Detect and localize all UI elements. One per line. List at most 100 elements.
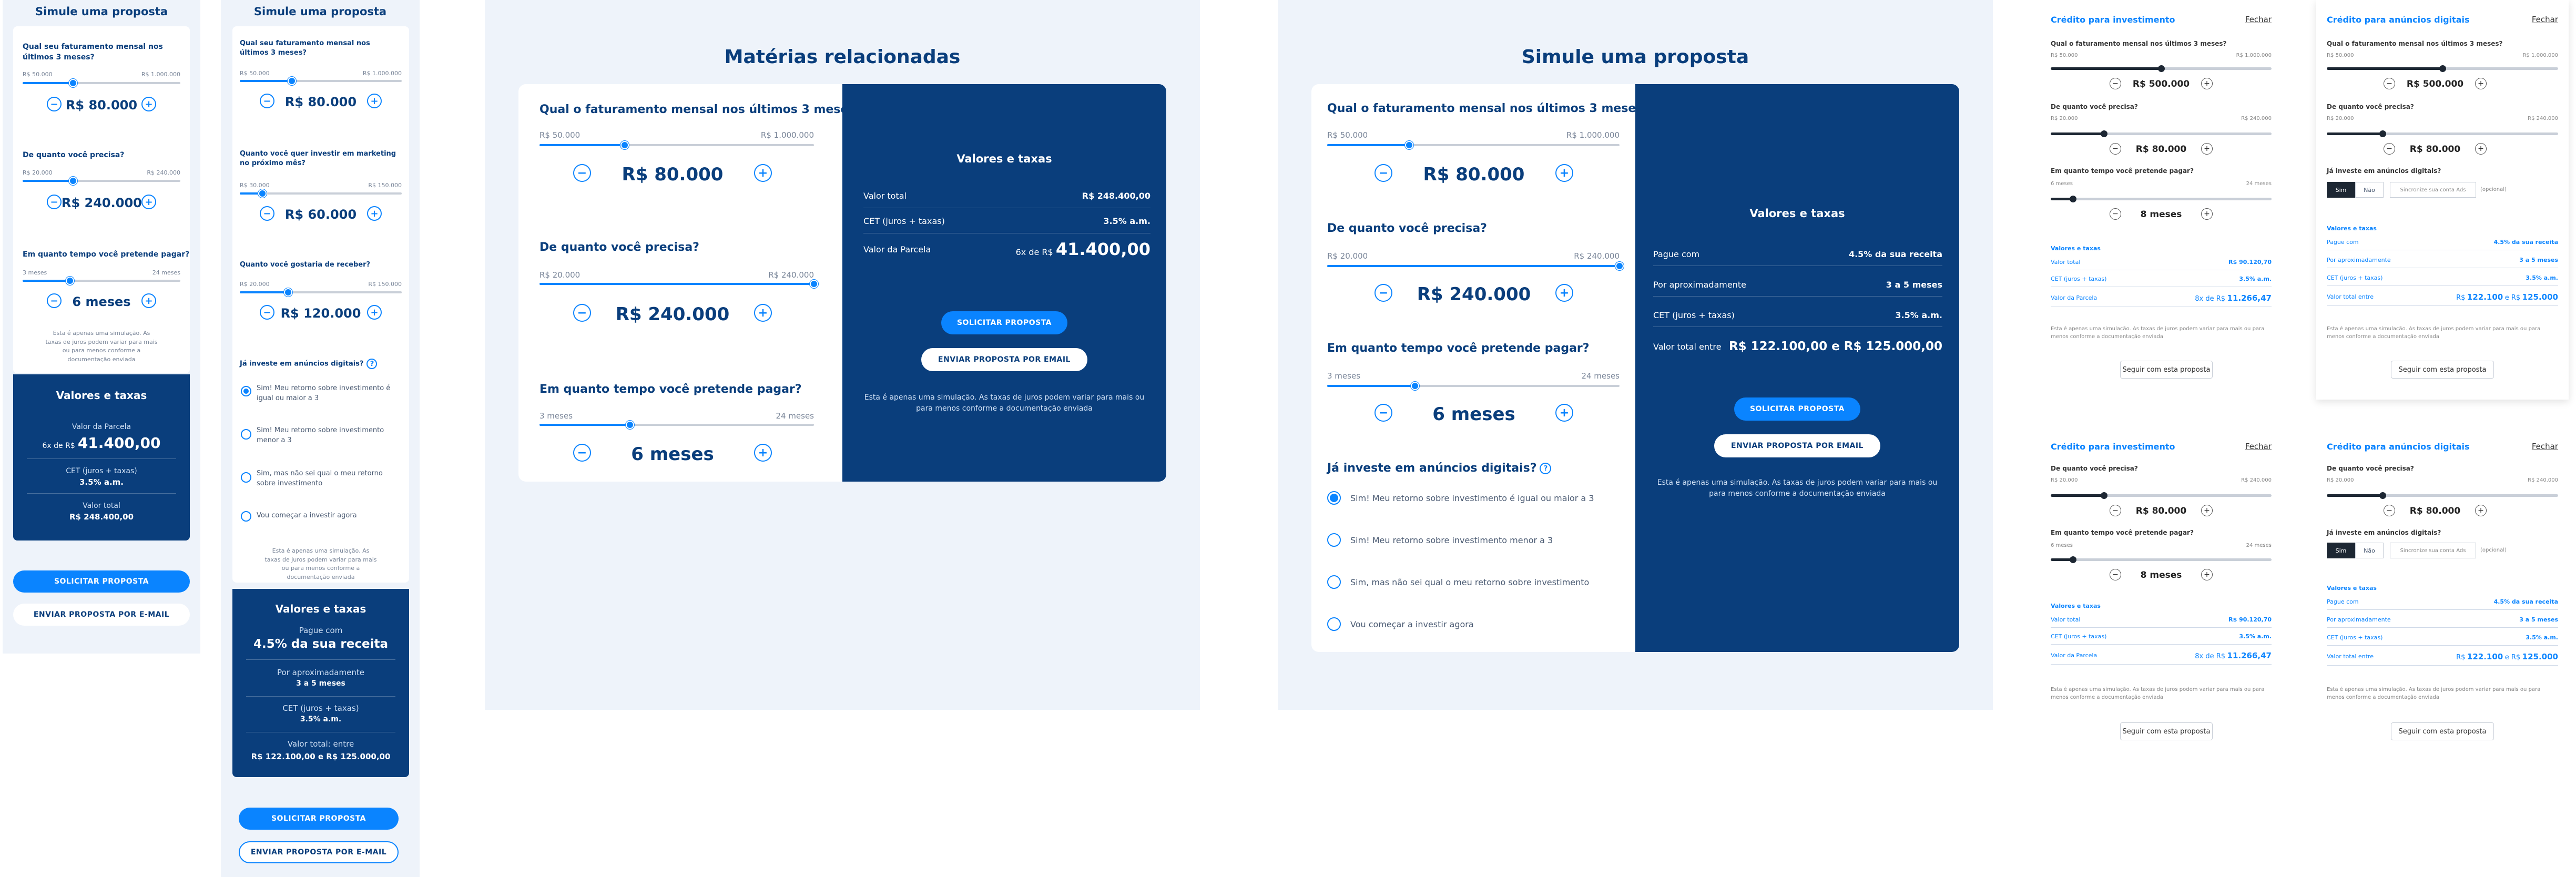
ads-option-1-radio[interactable] <box>241 386 251 396</box>
request-proposal-button[interactable]: SOLICITAR PROPOSTA <box>239 808 399 830</box>
time-minus-button[interactable]: − <box>47 293 62 308</box>
amount-minus-button[interactable]: − <box>2384 505 2395 516</box>
revenue-slider[interactable] <box>23 79 180 87</box>
receive-plus-button[interactable]: + <box>367 305 382 320</box>
revenue-minus-button[interactable]: − <box>1374 164 1392 182</box>
time-minus-button[interactable]: − <box>2110 208 2121 220</box>
revenue-slider[interactable] <box>2051 65 2272 72</box>
email-proposal-button[interactable]: ENVIAR PROPOSTA POR EMAIL <box>921 348 1087 371</box>
ads-option-1-radio[interactable] <box>1327 491 1341 505</box>
ads-option-2-label[interactable]: Sim! Meu retorno sobre investimento meno… <box>257 426 399 446</box>
revenue-minus-button[interactable]: − <box>2110 78 2121 89</box>
request-proposal-button[interactable]: SOLICITAR PROPOSTA <box>941 311 1067 334</box>
close-link[interactable]: Fechar <box>2532 442 2558 451</box>
revenue-plus-button[interactable]: + <box>754 164 772 182</box>
time-slider[interactable] <box>1327 382 1620 390</box>
request-proposal-button[interactable]: SOLICITAR PROPOSTA <box>1734 397 1860 421</box>
ads-sync-input[interactable]: Sincronize sua conta Ads <box>2390 182 2476 198</box>
ads-option-3-label[interactable]: Sim, mas não sei qual o meu retorno sobr… <box>257 469 399 489</box>
ads-option-4-label[interactable]: Vou começar a investir agora <box>1350 619 1624 629</box>
time-plus-button[interactable]: + <box>2201 569 2213 580</box>
time-plus-button[interactable]: + <box>2201 208 2213 220</box>
ads-sync-input[interactable]: Sincronize sua conta Ads <box>2390 543 2476 558</box>
slider-handle[interactable] <box>620 141 629 149</box>
amount-minus-button[interactable]: − <box>2110 143 2121 155</box>
slider-handle[interactable] <box>287 77 296 85</box>
ads-option-1-label[interactable]: Sim! Meu retorno sobre investimento é ig… <box>257 384 399 404</box>
time-minus-button[interactable]: − <box>1374 404 1392 422</box>
ads-yes-toggle[interactable]: Sim <box>2327 543 2355 558</box>
revenue-plus-button[interactable]: + <box>2475 78 2487 89</box>
email-proposal-button[interactable]: ENVIAR PROPOSTA POR EMAIL <box>1714 434 1880 457</box>
slider-handle[interactable] <box>1615 262 1624 270</box>
time-minus-button[interactable]: − <box>2110 569 2121 580</box>
ads-no-toggle[interactable]: Não <box>2355 182 2384 198</box>
amount-slider[interactable] <box>1327 262 1624 270</box>
slider-handle[interactable] <box>2379 130 2386 137</box>
revenue-slider[interactable] <box>1327 141 1620 149</box>
ads-option-2-radio[interactable] <box>241 429 251 440</box>
revenue-slider[interactable] <box>2327 65 2558 72</box>
revenue-minus-button[interactable]: − <box>260 94 274 108</box>
close-link[interactable]: Fechar <box>2532 15 2558 24</box>
slider-handle[interactable] <box>626 421 635 429</box>
slider-handle[interactable] <box>69 177 77 185</box>
time-slider[interactable] <box>2051 556 2272 563</box>
slider-handle[interactable] <box>2070 196 2076 202</box>
time-plus-button[interactable]: + <box>141 293 156 308</box>
receive-minus-button[interactable]: − <box>260 305 274 320</box>
slider-handle[interactable] <box>2100 130 2107 137</box>
revenue-plus-button[interactable]: + <box>367 94 382 108</box>
ads-option-2-label[interactable]: Sim! Meu retorno sobre investimento meno… <box>1350 535 1624 545</box>
amount-slider[interactable] <box>2327 492 2558 499</box>
amount-slider[interactable] <box>2327 130 2558 137</box>
amount-minus-button[interactable]: − <box>47 195 62 209</box>
slider-handle[interactable] <box>66 277 74 285</box>
amount-minus-button[interactable]: − <box>573 304 591 322</box>
amount-plus-button[interactable]: + <box>2201 143 2213 155</box>
ads-option-1-label[interactable]: Sim! Meu retorno sobre investimento é ig… <box>1350 493 1624 503</box>
request-proposal-button[interactable]: SOLICITAR PROPOSTA <box>13 570 190 593</box>
marketing-minus-button[interactable]: − <box>260 206 274 221</box>
close-link[interactable]: Fechar <box>2245 442 2272 451</box>
follow-proposal-button[interactable]: Seguir com esta proposta <box>2120 361 2213 379</box>
ads-yes-toggle[interactable]: Sim <box>2327 182 2355 198</box>
close-link[interactable]: Fechar <box>2245 15 2272 24</box>
slider-handle[interactable] <box>2439 65 2446 72</box>
amount-slider[interactable] <box>2051 130 2272 137</box>
receive-slider[interactable] <box>240 288 402 297</box>
slider-handle[interactable] <box>69 79 77 87</box>
ads-option-3-radio[interactable] <box>1327 575 1341 589</box>
email-proposal-button[interactable]: ENVIAR PROPOSTA POR E-MAIL <box>239 841 399 863</box>
amount-plus-button[interactable]: + <box>754 304 772 322</box>
slider-handle[interactable] <box>1410 382 1419 390</box>
amount-slider[interactable] <box>2051 492 2272 499</box>
email-proposal-button[interactable]: ENVIAR PROPOSTA POR E-MAIL <box>13 604 190 626</box>
amount-minus-button[interactable]: − <box>2110 505 2121 516</box>
ads-option-4-radio[interactable] <box>241 511 251 522</box>
marketing-slider[interactable] <box>240 189 402 198</box>
slider-handle[interactable] <box>2158 65 2165 72</box>
amount-plus-button[interactable]: + <box>2475 505 2487 516</box>
follow-proposal-button[interactable]: Seguir com esta proposta <box>2391 722 2494 740</box>
amount-slider[interactable] <box>23 177 180 185</box>
amount-plus-button[interactable]: + <box>141 195 156 209</box>
revenue-plus-button[interactable]: + <box>1555 164 1573 182</box>
help-icon[interactable]: ? <box>1540 463 1552 474</box>
ads-option-3-radio[interactable] <box>241 472 251 483</box>
revenue-plus-button[interactable]: + <box>2201 78 2213 89</box>
ads-option-2-radio[interactable] <box>1327 533 1341 547</box>
amount-plus-button[interactable]: + <box>1555 284 1573 302</box>
revenue-slider[interactable] <box>240 77 402 85</box>
follow-proposal-button[interactable]: Seguir com esta proposta <box>2391 361 2494 379</box>
amount-plus-button[interactable]: + <box>2475 143 2487 155</box>
follow-proposal-button[interactable]: Seguir com esta proposta <box>2120 722 2213 740</box>
slider-handle[interactable] <box>284 288 293 297</box>
amount-slider[interactable] <box>539 280 818 288</box>
revenue-minus-button[interactable]: − <box>573 164 591 182</box>
slider-handle[interactable] <box>1404 141 1413 149</box>
time-minus-button[interactable]: − <box>573 444 591 462</box>
time-slider[interactable] <box>539 421 814 429</box>
ads-option-4-radio[interactable] <box>1327 617 1341 631</box>
slider-handle[interactable] <box>2379 492 2386 499</box>
